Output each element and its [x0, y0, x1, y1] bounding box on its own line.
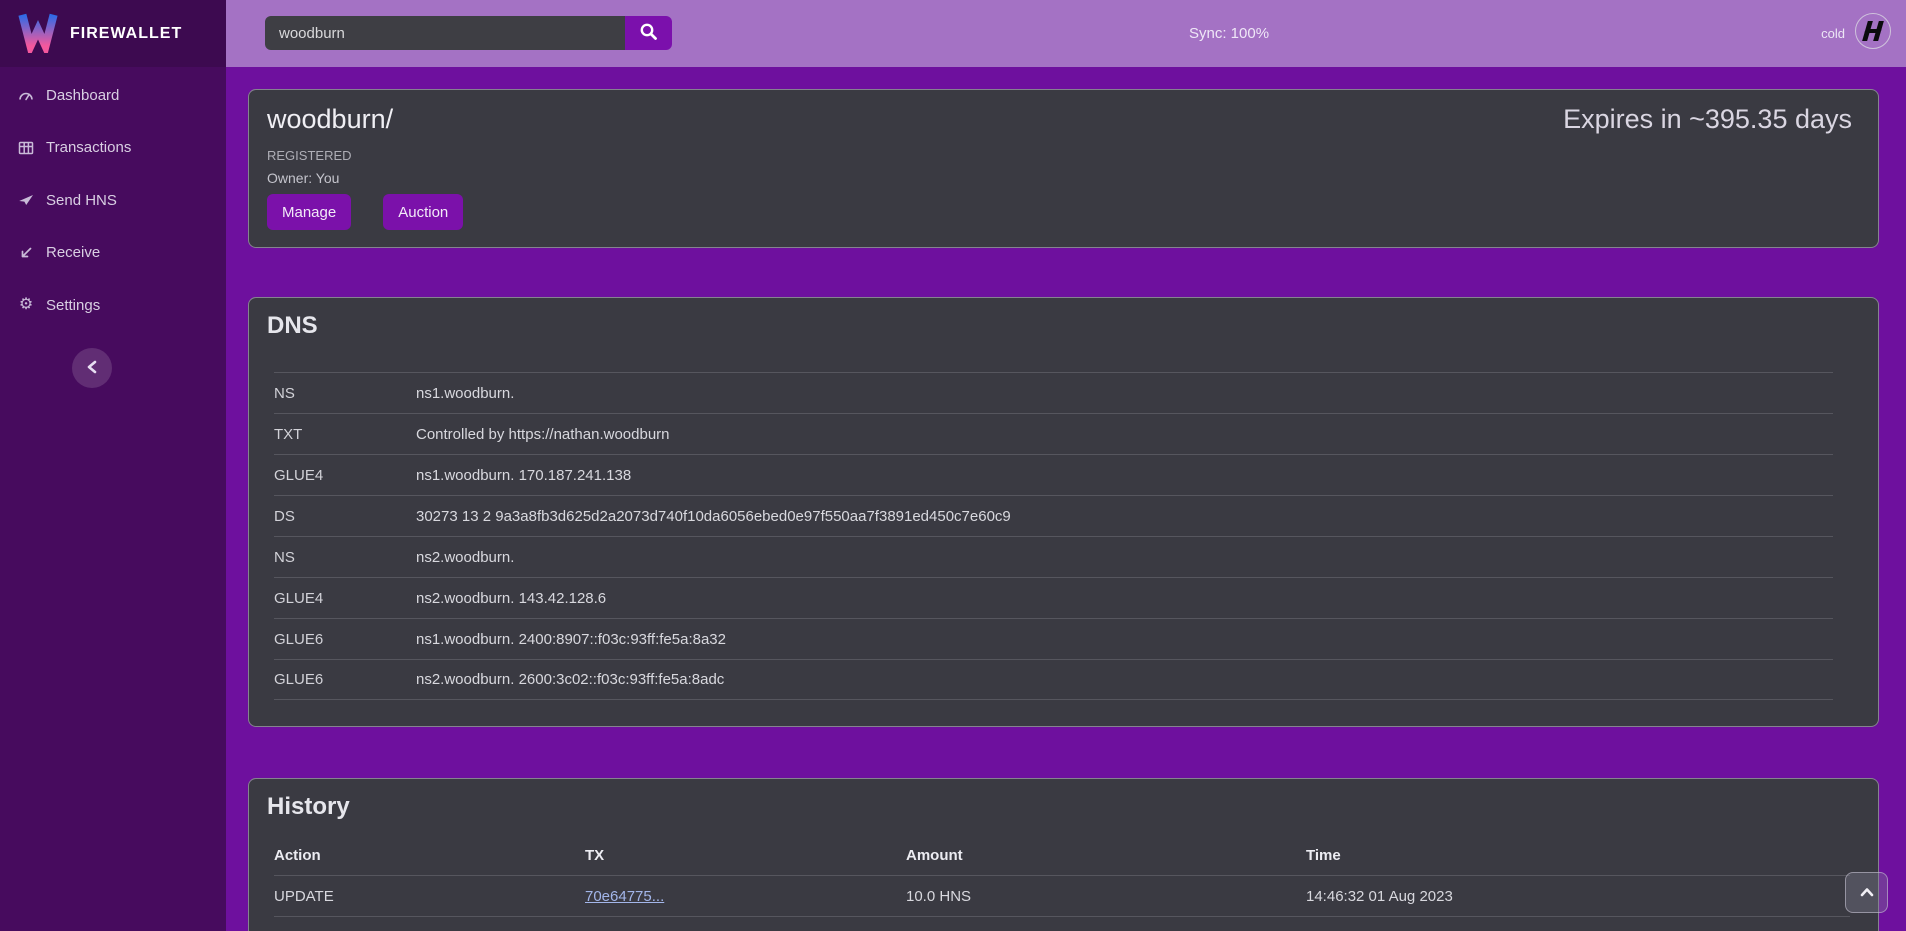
dns-record-type: DS [274, 508, 416, 525]
paper-plane-icon [17, 191, 35, 209]
history-amount: 10.0 HNS [906, 888, 1306, 905]
firewallet-logo-icon [18, 9, 58, 58]
dns-record-value: ns2.woodburn. 143.42.128.6 [416, 590, 606, 607]
dns-record-type: GLUE4 [274, 467, 416, 484]
sync-status: Sync: 100% [1189, 0, 1269, 67]
search-bar [265, 16, 672, 50]
dns-table: NSns1.woodburn.TXTControlled by https://… [249, 372, 1878, 700]
auction-button[interactable]: Auction [383, 194, 463, 230]
dns-record-value: ns1.woodburn. 170.187.241.138 [416, 467, 631, 484]
search-icon [639, 22, 658, 44]
dns-record-value: 30273 13 2 9a3a8fb3d625d2a2073d740f10da6… [416, 508, 1011, 525]
history-column-header: Time [1306, 847, 1850, 864]
dns-record-type: NS [274, 385, 416, 402]
wallet-mode-label: cold [1821, 26, 1845, 41]
sidebar-item-label: Transactions [46, 139, 131, 156]
sidebar-item-settings[interactable]: ⚙ Settings [0, 279, 226, 332]
gauge-icon [17, 86, 35, 104]
topbar: Sync: 100% cold [226, 0, 1906, 67]
search-input[interactable] [265, 16, 625, 50]
history-card: History ActionTXAmountTimeUPDATE70e64775… [248, 778, 1879, 931]
domain-status: REGISTERED [267, 148, 352, 163]
dns-record-value: ns1.woodburn. 2400:8907::f03c:93ff:fe5a:… [416, 631, 726, 648]
dns-record-type: GLUE6 [274, 671, 416, 688]
gear-icon: ⚙ [17, 296, 35, 314]
dns-record-type: GLUE4 [274, 590, 416, 607]
history-title: History [267, 793, 350, 821]
domain-actions: Manage Auction [267, 194, 463, 230]
dns-record-value: Controlled by https://nathan.woodburn [416, 426, 670, 443]
sidebar-item-send-hns[interactable]: Send HNS [0, 174, 226, 227]
history-action: UPDATE [274, 888, 585, 905]
dns-record-value: ns2.woodburn. [416, 549, 514, 566]
dns-record-row: GLUE4ns1.woodburn. 170.187.241.138 [274, 454, 1833, 495]
dns-record-type: GLUE6 [274, 631, 416, 648]
sidebar-item-label: Settings [46, 297, 100, 314]
search-button[interactable] [625, 16, 672, 50]
sidebar-collapse-button[interactable] [72, 348, 112, 388]
history-row: UPDATE70e64775... 10.0 HNS14:46:32 01 Aug… [274, 876, 1850, 917]
history-column-header: TX [585, 847, 906, 864]
dns-record-row: GLUE6ns1.woodburn. 2400:8907::f03c:93ff:… [274, 618, 1833, 659]
domain-card: woodburn/ REGISTERED Owner: You Manage A… [248, 89, 1879, 248]
wallet-status[interactable]: cold [1821, 0, 1892, 67]
brand-header: FIREWALLET [0, 0, 226, 67]
sidebar-item-label: Receive [46, 244, 100, 261]
dns-record-value: ns1.woodburn. [416, 385, 514, 402]
scroll-to-top-button[interactable] [1845, 872, 1888, 913]
domain-owner: Owner: You [267, 170, 339, 186]
manage-button[interactable]: Manage [267, 194, 351, 230]
tx-link[interactable]: 70e64775... [585, 888, 664, 905]
brand-name: FIREWALLET [70, 25, 182, 43]
dns-record-value: ns2.woodburn. 2600:3c02::f03c:93ff:fe5a:… [416, 671, 724, 688]
sidebar-item-label: Send HNS [46, 192, 117, 209]
arrow-down-left-icon [17, 244, 35, 262]
dns-title: DNS [267, 312, 318, 340]
dns-record-row: TXTControlled by https://nathan.woodburn [274, 413, 1833, 454]
handshake-wallet-icon [1854, 12, 1892, 55]
dns-record-type: NS [274, 549, 416, 566]
sidebar: Dashboard Transactions Send HNS Receive ⚙ Set… [0, 67, 226, 931]
dns-record-row: GLUE6ns2.woodburn. 2600:3c02::f03c:93ff:… [274, 659, 1833, 700]
sidebar-item-receive[interactable]: Receive [0, 227, 226, 280]
dns-card: DNS NSns1.woodburn.TXTControlled by http… [248, 297, 1879, 727]
sidebar-item-dashboard[interactable]: Dashboard [0, 69, 226, 122]
history-time: 14:46:32 01 Aug 2023 [1306, 888, 1850, 905]
page: FIREWALLET Sync: 100% cold [0, 0, 1906, 931]
domain-name: woodburn/ [267, 104, 393, 135]
dns-record-row: DS30273 13 2 9a3a8fb3d625d2a2073d740f10d… [274, 495, 1833, 536]
chevron-up-icon [1860, 885, 1874, 900]
history-table: ActionTXAmountTime UPDATE70e64775... 10.0 … [249, 835, 1878, 931]
history-row: RENEWd75b3e...10.0 HNS15:47:06 07 Jul 20… [274, 917, 1850, 931]
history-header-row: ActionTXAmountTime [274, 835, 1850, 876]
dns-record-type: TXT [274, 426, 416, 443]
table-icon [17, 139, 35, 157]
chevron-left-icon [86, 360, 98, 377]
history-column-header: Action [274, 847, 585, 864]
dns-record-row: NSns2.woodburn. [274, 536, 1833, 577]
sidebar-item-transactions[interactable]: Transactions [0, 122, 226, 175]
domain-expiry: Expires in ~395.35 days [1563, 104, 1852, 135]
history-column-header: Amount [906, 847, 1306, 864]
dns-record-row: GLUE4ns2.woodburn. 143.42.128.6 [274, 577, 1833, 618]
sidebar-item-label: Dashboard [46, 87, 119, 104]
dns-record-row: NSns1.woodburn. [274, 372, 1833, 413]
